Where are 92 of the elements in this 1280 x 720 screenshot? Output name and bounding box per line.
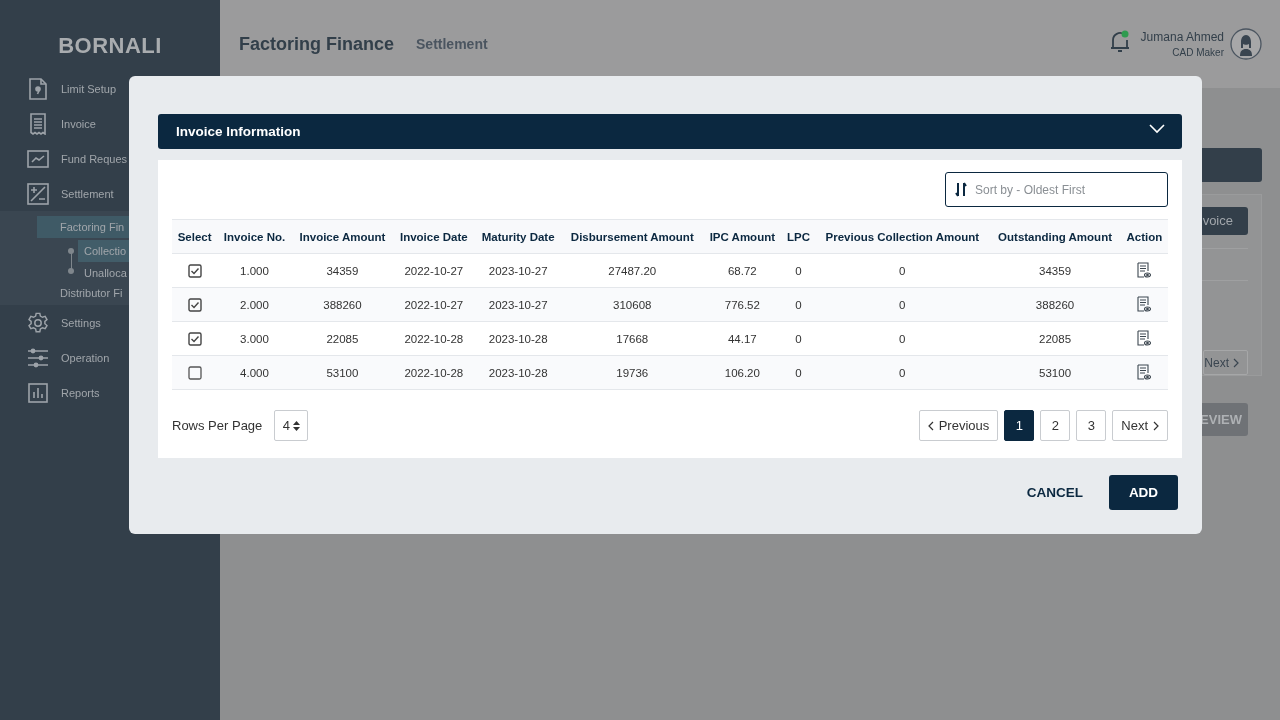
spinner-icon xyxy=(292,419,300,432)
view-document-icon[interactable] xyxy=(1137,295,1152,312)
table-cell: 53100 xyxy=(291,355,393,390)
table-cell: 2022-10-28 xyxy=(393,355,475,390)
table-cell: 2023-10-27 xyxy=(474,287,562,322)
table-cell: 2023-10-28 xyxy=(474,355,562,390)
table-cell: 0 xyxy=(815,355,990,390)
table-cell: 17668 xyxy=(561,321,703,356)
chart-icon xyxy=(27,149,49,168)
chevron-right-icon xyxy=(1233,357,1239,368)
sidebar-item[interactable]: Settings xyxy=(61,316,101,329)
document-icon xyxy=(28,77,48,100)
table-cell: 4.000 xyxy=(217,355,292,390)
checkbox[interactable] xyxy=(187,365,202,380)
table-cell: 22085 xyxy=(291,321,393,356)
page-title: Factoring Finance xyxy=(239,33,395,55)
column-header: Maturity Date xyxy=(474,219,562,254)
table-cell: 27487.20 xyxy=(561,253,703,288)
avatar-icon[interactable] xyxy=(1230,28,1262,60)
table-cell: 22085 xyxy=(989,321,1121,356)
percent-icon xyxy=(27,182,49,205)
section-title: Invoice Information xyxy=(176,124,301,139)
view-document-icon[interactable] xyxy=(1137,329,1152,346)
receipt-icon xyxy=(28,112,48,135)
app-logo: BORNALI xyxy=(57,32,163,60)
sidebar-item[interactable]: Reports xyxy=(61,386,100,399)
column-header: Select xyxy=(172,219,218,254)
sidebar-item[interactable]: Settlement xyxy=(61,187,114,200)
rows-per-page-label: Rows Per Page xyxy=(172,418,263,433)
column-header: Previous Collection Amount xyxy=(815,219,990,254)
add-button[interactable]: ADD xyxy=(1109,475,1178,510)
table-cell: 2022-10-28 xyxy=(393,321,475,356)
table-cell: 310608 xyxy=(561,287,703,322)
settings-icon xyxy=(27,310,49,335)
column-header: IPC Amount xyxy=(702,219,782,254)
table-cell: 44.17 xyxy=(702,321,782,356)
section-header[interactable]: Invoice Information xyxy=(158,114,1182,149)
column-header: Invoice No. xyxy=(217,219,292,254)
sort-icon xyxy=(955,182,967,197)
checkbox[interactable] xyxy=(187,297,202,312)
page-button[interactable]: 2 xyxy=(1040,410,1071,441)
table-cell: 388260 xyxy=(989,287,1121,322)
view-document-icon[interactable] xyxy=(1137,261,1152,278)
table-cell: 106.20 xyxy=(702,355,782,390)
rows-per-page-select[interactable]: 4 xyxy=(274,410,309,441)
previous-button[interactable]: Previous xyxy=(918,410,999,441)
next-button[interactable]: Next xyxy=(1112,410,1168,441)
notification-bell-icon[interactable] xyxy=(1108,30,1131,54)
table-cell: 2022-10-27 xyxy=(393,287,475,322)
table-cell: 2022-10-27 xyxy=(393,253,475,288)
table-cell: 53100 xyxy=(989,355,1121,390)
next-button[interactable]: Next xyxy=(1203,350,1248,375)
table-cell: 0 xyxy=(815,321,990,356)
table-cell: 34359 xyxy=(291,253,393,288)
cancel-button[interactable]: CANCEL xyxy=(1022,475,1087,510)
sidebar-item[interactable]: Invoice xyxy=(61,117,96,130)
page-button[interactable]: 1 xyxy=(1004,410,1035,441)
chevron-left-icon xyxy=(927,420,934,431)
chevron-right-icon xyxy=(1153,420,1159,431)
table-cell: 2023-10-27 xyxy=(474,253,562,288)
table-cell: 2023-10-28 xyxy=(474,321,562,356)
table-cell: 2.000 xyxy=(217,287,292,322)
column-header: Invoice Date xyxy=(393,219,475,254)
column-header: LPC xyxy=(781,219,816,254)
table-cell: 19736 xyxy=(561,355,703,390)
sliders-icon xyxy=(27,347,49,368)
sidebar-item[interactable]: Fund Reques xyxy=(61,152,128,165)
user-name: Jumana Ahmed xyxy=(1140,30,1224,44)
table-cell: 1.000 xyxy=(217,253,292,288)
table-cell: 388260 xyxy=(291,287,393,322)
sort-field[interactable]: Sort by - Oldest First xyxy=(945,172,1168,207)
checkbox[interactable] xyxy=(187,331,202,346)
column-header: Outstanding Amount xyxy=(989,219,1121,254)
user-role: CAD Maker xyxy=(1172,47,1224,58)
bar-chart-icon xyxy=(28,382,48,403)
table-cell: 0 xyxy=(815,253,990,288)
table-cell: 3.000 xyxy=(217,321,292,356)
column-header: Invoice Amount xyxy=(291,219,393,254)
table-cell: 34359 xyxy=(989,253,1121,288)
table-cell: 0 xyxy=(815,287,990,322)
table-cell: 0 xyxy=(781,321,816,356)
table-cell: 776.52 xyxy=(702,287,782,322)
page-button[interactable]: 3 xyxy=(1076,410,1107,441)
view-document-icon[interactable] xyxy=(1137,363,1152,380)
table-cell: 0 xyxy=(781,253,816,288)
table-cell: 68.72 xyxy=(702,253,782,288)
page-subtitle: Settlement xyxy=(416,36,488,52)
sidebar-item[interactable]: Operation xyxy=(61,351,110,364)
checkbox[interactable] xyxy=(187,263,202,278)
column-header: Disbursement Amount xyxy=(561,219,703,254)
column-header: Action xyxy=(1120,219,1168,254)
sidebar-item[interactable]: Limit Setup xyxy=(61,82,117,95)
